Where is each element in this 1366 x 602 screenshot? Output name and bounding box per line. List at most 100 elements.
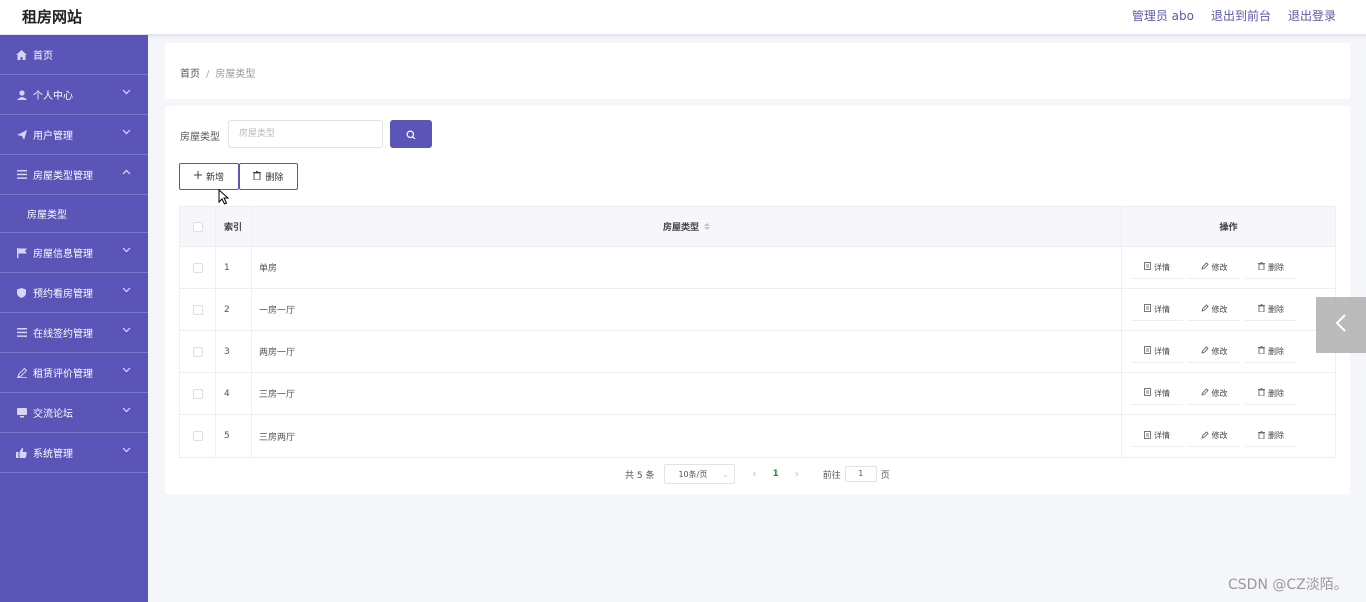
send-icon: [16, 129, 27, 140]
row-operations: 详情 修改 删除: [1122, 331, 1335, 372]
trash-icon: [1258, 262, 1265, 272]
header-checkbox-cell: [180, 207, 216, 246]
sidebar-item-users[interactable]: 用户管理: [0, 115, 148, 155]
header-house-type[interactable]: 房屋类型: [252, 207, 1122, 246]
sidebar-item-label: 用户管理: [33, 131, 73, 142]
top-bar: 租房网站 管理员 abo 退出到前台 退出登录: [0, 0, 1366, 35]
row-checkbox[interactable]: [192, 346, 203, 357]
edit-button[interactable]: 修改: [1188, 298, 1240, 321]
detail-label: 详情: [1154, 431, 1170, 440]
sidebar-item-system-mgmt[interactable]: 系统管理: [0, 433, 148, 473]
table-row: 5 三房两厅 详情 修改 删除: [180, 415, 1335, 457]
admin-user-link[interactable]: 管理员 abo: [1132, 7, 1194, 24]
delete-button[interactable]: 删除: [1245, 298, 1297, 321]
goto-prefix: 前往: [822, 470, 841, 481]
header-operations: 操作: [1219, 223, 1238, 233]
sidebar-item-label: 房屋类型管理: [33, 171, 93, 182]
row-checkbox[interactable]: [192, 262, 203, 273]
sidebar-item-profile[interactable]: 个人中心: [0, 75, 148, 115]
delete-label: 删除: [1268, 388, 1284, 398]
document-icon: [1144, 430, 1151, 441]
sidebar-item-online-contract-mgmt[interactable]: 在线签约管理: [0, 313, 148, 353]
sidebar-item-home[interactable]: 首页: [0, 35, 148, 75]
select-all-checkbox[interactable]: [192, 221, 203, 232]
delete-button[interactable]: 删除: [1245, 425, 1297, 447]
delete-button[interactable]: 删除: [1245, 256, 1297, 279]
sidebar-item-viewing-appointment-mgmt[interactable]: 预约看房管理: [0, 273, 148, 313]
edit-button[interactable]: 修改: [1188, 256, 1240, 279]
sidebar-item-rental-review-mgmt[interactable]: 租赁评价管理: [0, 353, 148, 393]
edit-label: 修改: [1211, 304, 1228, 314]
back-to-frontend-link[interactable]: 退出到前台: [1211, 7, 1271, 24]
edit-button[interactable]: 修改: [1188, 425, 1240, 447]
detail-button[interactable]: 详情: [1131, 382, 1183, 405]
detail-button[interactable]: 详情: [1131, 340, 1183, 363]
next-page-button[interactable]: ›: [795, 469, 799, 480]
row-house-type: 单房: [252, 247, 1122, 288]
add-button[interactable]: 新增: [179, 163, 239, 190]
page-size-select[interactable]: 10条/页 ⌄: [664, 464, 736, 484]
add-button-label: 新增: [205, 173, 224, 183]
trash-icon: [1258, 388, 1265, 398]
sidebar-item-forum[interactable]: 交流论坛: [0, 393, 148, 433]
detail-label: 详情: [1154, 262, 1170, 272]
detail-button[interactable]: 详情: [1131, 256, 1183, 279]
mouse-cursor-icon: [218, 188, 230, 205]
chevron-up-icon: [122, 168, 132, 178]
sidebar-item-house-info-mgmt[interactable]: 房屋信息管理: [0, 233, 148, 273]
side-collapse-button[interactable]: [1316, 297, 1366, 353]
row-operations: 详情 修改 删除: [1122, 289, 1335, 330]
search-input[interactable]: 房屋类型: [228, 120, 383, 148]
logout-link[interactable]: 退出登录: [1288, 7, 1336, 24]
row-index: 3: [216, 331, 252, 372]
edit-button[interactable]: 修改: [1188, 340, 1240, 363]
edit-label: 修改: [1211, 388, 1228, 398]
sidebar-item-label: 交流论坛: [33, 409, 73, 420]
header-index: 索引: [216, 207, 252, 246]
chevron-down-icon: [122, 446, 132, 456]
chevron-down-icon: [122, 246, 132, 256]
batch-delete-button[interactable]: 删除: [239, 163, 298, 190]
chevron-down-icon: [122, 326, 132, 336]
delete-label: 删除: [1268, 304, 1284, 314]
document-icon: [1144, 346, 1151, 356]
delete-button[interactable]: 删除: [1245, 340, 1297, 363]
sidebar-item-house-type-mgmt[interactable]: 房屋类型管理: [0, 155, 148, 195]
header-house-type-label: 房屋类型: [662, 223, 699, 233]
row-checkbox[interactable]: [192, 304, 203, 315]
chevron-left-icon: [1335, 314, 1347, 336]
search-button[interactable]: [390, 120, 432, 148]
breadcrumb-home[interactable]: 首页: [180, 69, 200, 80]
page-number-current[interactable]: 1: [772, 469, 778, 479]
row-index: 2: [216, 289, 252, 330]
trash-icon: [1258, 304, 1265, 314]
row-checkbox[interactable]: [192, 388, 203, 399]
table-row: 1 单房 详情 修改 删除: [180, 247, 1335, 289]
delete-button[interactable]: 删除: [1245, 382, 1297, 405]
row-house-type: 两房一厅: [252, 331, 1122, 372]
document-icon: [1144, 304, 1151, 314]
user-icon: [16, 89, 27, 100]
top-links: 管理员 abo 退出到前台 退出登录: [1132, 7, 1336, 24]
goto-suffix: 页: [880, 470, 890, 481]
search-label: 房屋类型: [180, 132, 220, 143]
row-index: 5: [216, 415, 252, 457]
document-icon: [1144, 262, 1151, 272]
prev-page-button[interactable]: ‹: [752, 469, 756, 480]
document-icon: [1144, 388, 1151, 398]
row-checkbox[interactable]: [192, 431, 203, 441]
sort-icon[interactable]: [704, 223, 710, 230]
list-icon: [16, 327, 27, 338]
detail-label: 详情: [1154, 304, 1170, 314]
watermark: CSDN @CZ淡陌。: [1228, 577, 1348, 593]
sidebar-subitem-house-type[interactable]: 房屋类型: [0, 195, 148, 233]
sidebar-item-label: 在线签约管理: [33, 329, 93, 340]
goto-page-input[interactable]: 1: [844, 466, 877, 482]
trash-icon: [1258, 346, 1265, 356]
detail-button[interactable]: 详情: [1131, 298, 1183, 321]
edit-icon: [1200, 430, 1209, 441]
edit-button[interactable]: 修改: [1188, 382, 1240, 405]
detail-button[interactable]: 详情: [1131, 425, 1183, 447]
breadcrumb-current: 房屋类型: [215, 69, 256, 80]
flag-icon: [16, 247, 27, 258]
